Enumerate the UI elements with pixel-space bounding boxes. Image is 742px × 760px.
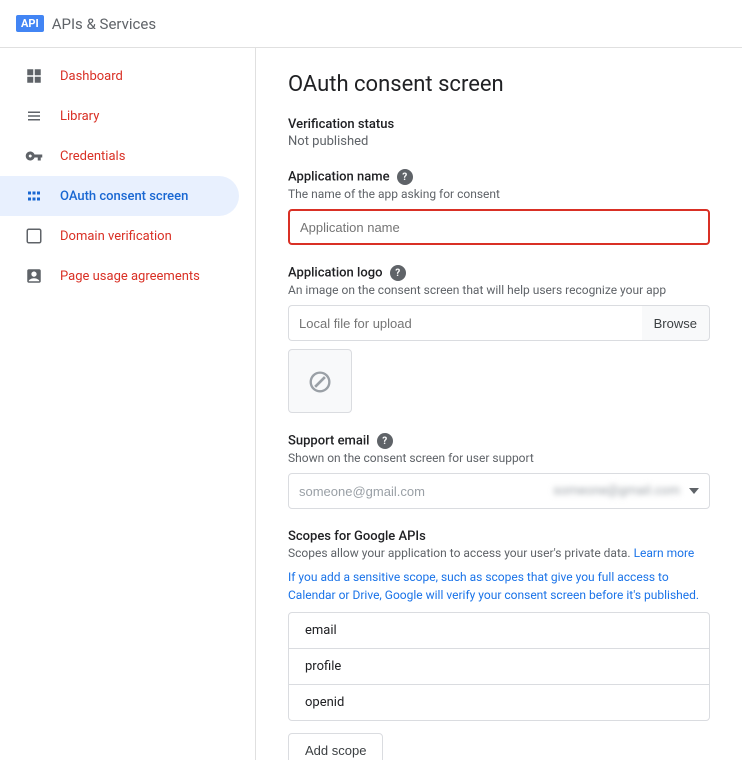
app-name-input[interactable]	[288, 209, 710, 245]
sidebar-item-dashboard[interactable]: Dashboard	[0, 56, 239, 96]
credentials-icon	[24, 146, 44, 166]
pageusage-icon	[24, 266, 44, 286]
sidebar-label-credentials: Credentials	[60, 149, 125, 164]
no-image-icon: ⊘	[307, 362, 334, 400]
scope-row-openid: openid	[289, 685, 709, 720]
sidebar-item-library[interactable]: Library	[0, 96, 239, 136]
logo-area: API APIs & Services	[16, 15, 156, 33]
verification-status-label: Verification status	[288, 117, 710, 132]
sidebar-item-domain[interactable]: Domain verification	[0, 216, 239, 256]
app-name-desc: The name of the app asking for consent	[288, 187, 710, 201]
library-icon	[24, 106, 44, 126]
sidebar: Dashboard Library Credentials OAuth cons…	[0, 48, 256, 760]
app-name-section: Application name ? The name of the app a…	[288, 169, 710, 245]
browse-button[interactable]: Browse	[642, 305, 710, 341]
verification-status-value: Not published	[288, 134, 710, 149]
support-email-label: Support email ?	[288, 433, 710, 449]
sidebar-label-domain: Domain verification	[60, 229, 172, 244]
scopes-table: email profile openid	[288, 612, 710, 721]
app-name-label: Application name ?	[288, 169, 710, 185]
file-upload-row: Browse	[288, 305, 710, 341]
support-email-help-icon[interactable]: ?	[377, 433, 393, 449]
sidebar-item-credentials[interactable]: Credentials	[0, 136, 239, 176]
sidebar-label-pageusage: Page usage agreements	[60, 269, 200, 284]
dashboard-icon	[24, 66, 44, 86]
app-logo-help-icon[interactable]: ?	[390, 265, 406, 281]
page-title: OAuth consent screen	[288, 72, 710, 97]
sidebar-label-dashboard: Dashboard	[60, 69, 123, 84]
support-email-section: Support email ? Shown on the consent scr…	[288, 433, 710, 509]
app-logo-section: Application logo ? An image on the conse…	[288, 265, 710, 413]
add-scope-button[interactable]: Add scope	[288, 733, 383, 760]
main-content: OAuth consent screen Verification status…	[256, 48, 742, 760]
app-logo-desc: An image on the consent screen that will…	[288, 283, 710, 297]
topbar-title: APIs & Services	[52, 15, 156, 33]
top-bar: API APIs & Services	[0, 0, 742, 48]
app-name-help-icon[interactable]: ?	[397, 169, 413, 185]
sidebar-label-oauth: OAuth consent screen	[60, 189, 188, 204]
sidebar-item-pageusage[interactable]: Page usage agreements	[0, 256, 239, 296]
scope-row-email: email	[289, 613, 709, 649]
scopes-learn-more-link[interactable]: Learn more	[634, 546, 695, 560]
sidebar-label-library: Library	[60, 109, 99, 124]
scope-row-profile: profile	[289, 649, 709, 685]
scopes-section: Scopes for Google APIs Scopes allow your…	[288, 529, 710, 760]
oauth-icon	[24, 186, 44, 206]
verification-status-section: Verification status Not published	[288, 117, 710, 149]
support-email-wrapper: someone@gmail.com someone@gmail.com	[288, 473, 710, 509]
image-placeholder: ⊘	[288, 349, 352, 413]
scopes-label: Scopes for Google APIs	[288, 529, 710, 544]
api-badge: API	[16, 15, 44, 32]
app-logo-label: Application logo ?	[288, 265, 710, 281]
sidebar-item-oauth[interactable]: OAuth consent screen	[0, 176, 239, 216]
domain-icon	[24, 226, 44, 246]
file-upload-input[interactable]	[288, 305, 642, 341]
support-email-select[interactable]: someone@gmail.com	[288, 473, 710, 509]
scopes-sensitive-text: If you add a sensitive scope, such as sc…	[288, 568, 710, 604]
support-email-desc: Shown on the consent screen for user sup…	[288, 451, 710, 465]
scopes-desc: Scopes allow your application to access …	[288, 546, 710, 560]
